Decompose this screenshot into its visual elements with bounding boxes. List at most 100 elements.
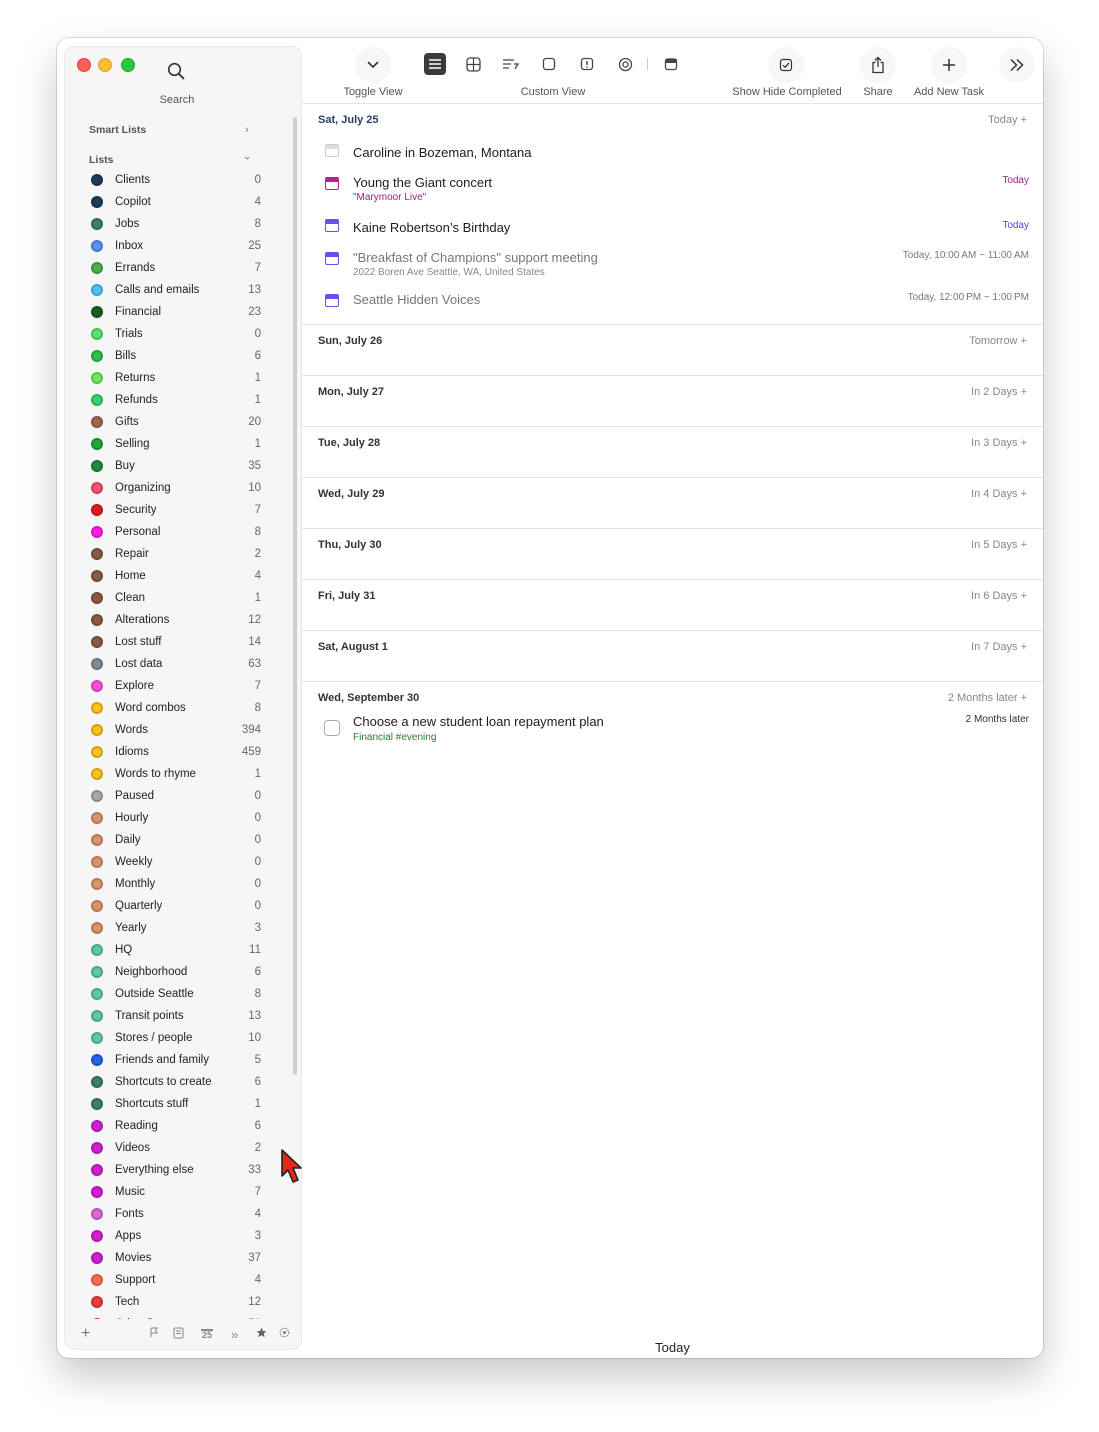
day-relative-add[interactable]: In 4 Days + [971, 488, 1027, 500]
sidebar-list-item[interactable]: Videos 2 [65, 1137, 295, 1159]
list-name: Financial [115, 306, 162, 318]
sidebar-list-item[interactable]: Movies 37 [65, 1247, 295, 1269]
add-list-button[interactable]: + [81, 1325, 90, 1343]
sidebar-list-item[interactable]: Idioms 459 [65, 741, 295, 763]
sidebar-list-item[interactable]: Refunds 1 [65, 389, 295, 411]
minimize-window-button[interactable] [98, 58, 112, 72]
smart-lists-header[interactable]: Smart Lists [89, 124, 146, 136]
calendar-view-button[interactable] [660, 53, 682, 75]
day-relative-add[interactable]: Today + [988, 114, 1027, 126]
sidebar-list-item[interactable]: Support 4 [65, 1269, 295, 1291]
forward-icon[interactable]: » [231, 1327, 238, 1342]
sidebar-list-item[interactable]: Shortcuts stuff 1 [65, 1093, 295, 1115]
list-color-dot [91, 614, 103, 626]
chevron-right-icon[interactable]: › [245, 124, 249, 136]
toggle-view-button[interactable] [355, 47, 391, 83]
sidebar-list-item[interactable]: Yearly 3 [65, 917, 295, 939]
sidebar-list-item[interactable]: Stores / people 10 [65, 1027, 295, 1049]
sidebar-list-item[interactable]: Music 7 [65, 1181, 295, 1203]
list-color-dot [91, 856, 103, 868]
sidebar-list-item[interactable]: Tech 12 [65, 1291, 295, 1313]
sidebar-list-item[interactable]: Word combos 8 [65, 697, 295, 719]
sidebar-scrollbar[interactable] [293, 117, 297, 1075]
sidebar-list-item[interactable]: Explore 7 [65, 675, 295, 697]
sidebar-list-item[interactable]: Alterations 12 [65, 609, 295, 631]
sidebar-list-item[interactable]: Friends and family 5 [65, 1049, 295, 1071]
notes-icon[interactable] [173, 1327, 184, 1342]
chevron-down-icon[interactable]: › [241, 156, 253, 160]
sidebar-list-item[interactable]: Lost stuff 14 [65, 631, 295, 653]
sidebar-list-item[interactable]: HQ 11 [65, 939, 295, 961]
sidebar-list-item[interactable]: Daily 0 [65, 829, 295, 851]
sidebar-list-item[interactable]: Fonts 4 [65, 1203, 295, 1225]
sidebar-list-item[interactable]: Copilot 4 [65, 191, 295, 213]
sidebar-list-item[interactable]: Apps 3 [65, 1225, 295, 1247]
focus-view-button[interactable] [614, 53, 636, 75]
add-new-task-button[interactable] [931, 47, 967, 83]
day-relative-add[interactable]: In 3 Days + [971, 437, 1027, 449]
sidebar-list-item[interactable]: Home 4 [65, 565, 295, 587]
grid-view-button[interactable] [462, 53, 484, 75]
sidebar-list-item[interactable]: Selling 1 [65, 433, 295, 455]
card-view-button[interactable] [538, 53, 560, 75]
sort-view-button[interactable] [500, 53, 522, 75]
calendar-day-icon[interactable]: 25 [201, 1328, 214, 1340]
sidebar-list-item[interactable]: Outside Seattle 8 [65, 983, 295, 1005]
sidebar-list-item[interactable]: Financial 23 [65, 301, 295, 323]
day-relative-add[interactable]: In 7 Days + [971, 641, 1027, 653]
list-view-button[interactable] [424, 53, 446, 75]
sidebar-list-item[interactable]: Shortcuts to create 6 [65, 1071, 295, 1093]
sidebar-list-item[interactable]: Buy 35 [65, 455, 295, 477]
day-relative-add[interactable]: In 5 Days + [971, 539, 1027, 551]
settings-gear-icon[interactable] [279, 1327, 290, 1341]
sidebar-list-item[interactable]: Quarterly 0 [65, 895, 295, 917]
zoom-window-button[interactable] [121, 58, 135, 72]
task-checkbox[interactable] [324, 720, 340, 736]
lists-header[interactable]: Lists [89, 154, 114, 166]
sidebar-list-item[interactable]: Gifts 20 [65, 411, 295, 433]
sidebar-list-item[interactable]: Clients 0 [65, 169, 295, 191]
sidebar-list-item[interactable]: Words 394 [65, 719, 295, 741]
sidebar-list-item[interactable]: Bills 6 [65, 345, 295, 367]
sidebar-list-item[interactable]: Everything else 33 [65, 1159, 295, 1181]
day-relative-add[interactable]: In 6 Days + [971, 590, 1027, 602]
list-count: 3 [254, 922, 261, 934]
sidebar: Search Smart Lists › Lists › Clients 0 Cop… [64, 46, 302, 1350]
sidebar-list-item[interactable]: Weekly 0 [65, 851, 295, 873]
sidebar-list-item[interactable]: Organizing 10 [65, 477, 295, 499]
sidebar-list-item[interactable]: Personal 8 [65, 521, 295, 543]
sidebar-list-item[interactable]: Hourly 0 [65, 807, 295, 829]
show-hide-completed-button[interactable] [768, 47, 804, 83]
sidebar-list-item[interactable]: Words to rhyme 1 [65, 763, 295, 785]
list-count: 7 [254, 1186, 261, 1198]
sidebar-list-item[interactable]: Clean 1 [65, 587, 295, 609]
sidebar-list-item[interactable]: Repair 2 [65, 543, 295, 565]
day-relative-add[interactable]: 2 Months later + [948, 692, 1027, 704]
sidebar-list-item[interactable]: Jobs 8 [65, 213, 295, 235]
more-button[interactable] [999, 47, 1035, 83]
day-relative-add[interactable]: Tomorrow + [969, 335, 1027, 347]
sidebar-list-item[interactable]: Inbox 25 [65, 235, 295, 257]
search-button[interactable] [160, 55, 192, 87]
day-relative-add[interactable]: In 2 Days + [971, 386, 1027, 398]
sidebar-list-item[interactable]: Paused 0 [65, 785, 295, 807]
list-name: Support [115, 1274, 156, 1286]
sidebar-list-item[interactable]: Calls and emails 13 [65, 279, 295, 301]
sidebar-list-item[interactable]: Monthly 0 [65, 873, 295, 895]
sidebar-list-item[interactable]: Returns 1 [65, 367, 295, 389]
sidebar-list-item[interactable]: Lost data 63 [65, 653, 295, 675]
star-icon[interactable] [256, 1327, 267, 1341]
sidebar-list-item[interactable]: Errands 7 [65, 257, 295, 279]
close-window-button[interactable] [77, 58, 91, 72]
list-color-dot [91, 526, 103, 538]
sidebar-list-item[interactable]: Trials 0 [65, 323, 295, 345]
priority-view-button[interactable] [576, 53, 598, 75]
flag-icon[interactable] [149, 1327, 159, 1341]
list-name: Clients [115, 174, 151, 186]
sidebar-list-item[interactable]: Reading 6 [65, 1115, 295, 1137]
share-button[interactable] [860, 47, 896, 83]
list-name: Bills [115, 350, 137, 362]
sidebar-list-item[interactable]: Transit points 13 [65, 1005, 295, 1027]
sidebar-list-item[interactable]: Security 7 [65, 499, 295, 521]
sidebar-list-item[interactable]: Neighborhood 6 [65, 961, 295, 983]
